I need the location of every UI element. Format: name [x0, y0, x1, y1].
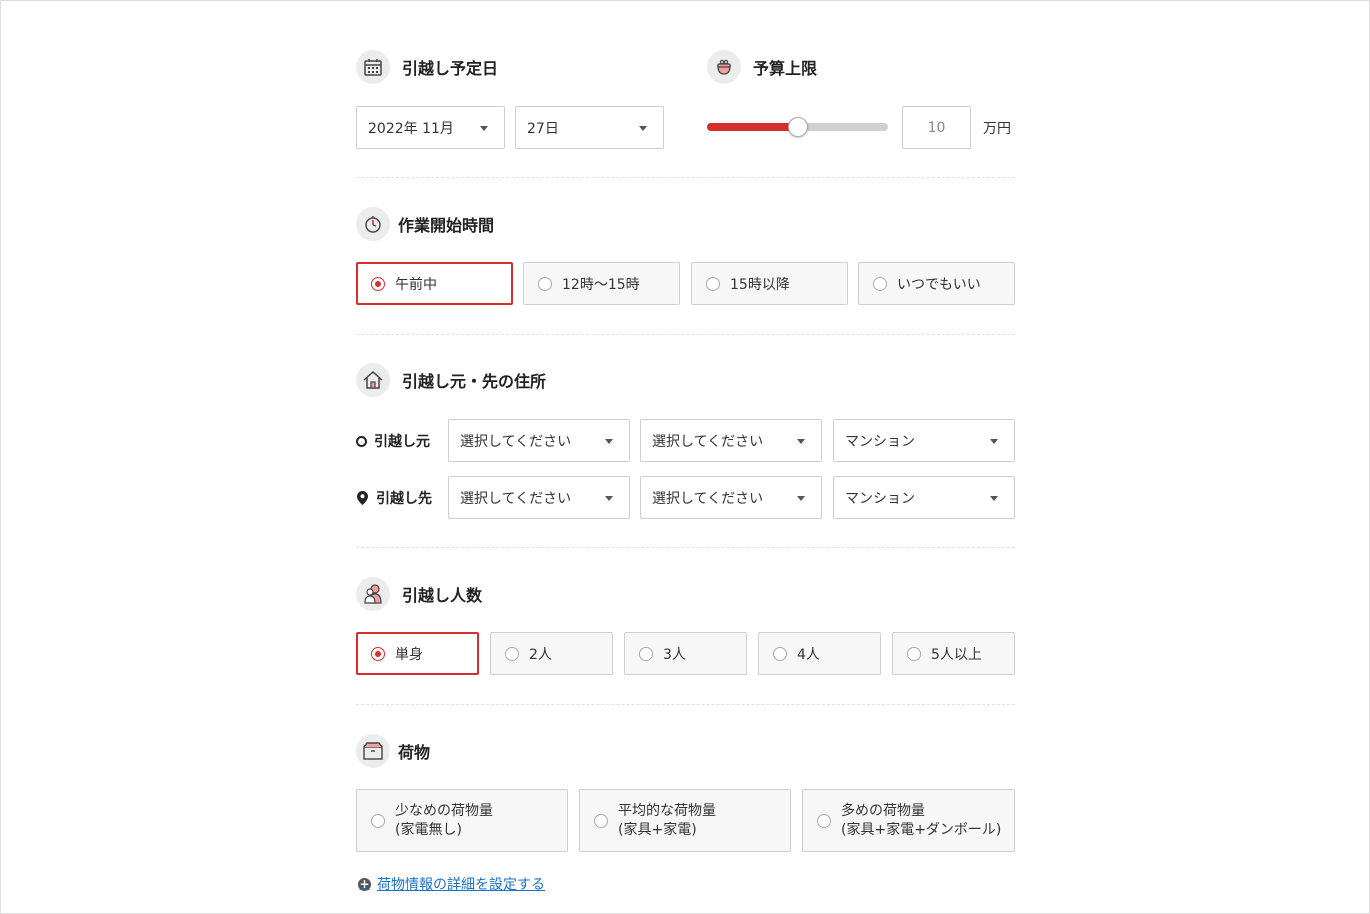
moving-date-title: 引越し予定日 [402, 59, 499, 78]
section-luggage-header: 荷物 [356, 734, 430, 768]
select-value: 選択してください [652, 433, 764, 450]
option-label: 3人 [663, 646, 686, 663]
option-label: 多めの荷物量 (家具+家電+ダンボール) [841, 802, 1002, 838]
start-time-title: 作業開始時間 [398, 216, 495, 235]
day-select[interactable]: 27日 [515, 106, 664, 149]
budget-slider-handle[interactable] [787, 117, 808, 137]
luggage-option-large[interactable]: 多めの荷物量 (家具+家電+ダンボール) [802, 789, 1015, 852]
radio-icon [538, 276, 552, 291]
map-pin-icon [357, 491, 368, 505]
luggage-title: 荷物 [398, 743, 431, 762]
people-option-3[interactable]: 3人 [624, 632, 747, 675]
start-time-option-anytime[interactable]: いつでもいい [858, 262, 1015, 305]
option-label: 4人 [797, 646, 820, 663]
option-label: 15時以降 [730, 276, 790, 293]
section-address-header: 引越し元・先の住所 [356, 363, 546, 397]
divider [356, 177, 1015, 178]
start-time-option-morning[interactable]: 午前中 [356, 262, 513, 305]
to-label-text: 引越し先 [376, 491, 432, 507]
radio-icon [505, 646, 519, 661]
people-icon [356, 577, 390, 611]
radio-icon [371, 813, 385, 828]
chevron-down-icon [797, 496, 805, 501]
option-label: 少なめの荷物量 (家電無し) [395, 802, 493, 838]
people-option-2[interactable]: 2人 [490, 632, 613, 675]
box-icon [356, 734, 390, 768]
radio-selected-icon [371, 276, 385, 291]
section-moving-date-header: 引越し予定日 [356, 50, 498, 84]
luggage-option-small[interactable]: 少なめの荷物量 (家電無し) [356, 789, 568, 852]
budget-input[interactable]: 10 [902, 106, 971, 149]
address-title: 引越し元・先の住所 [402, 372, 547, 391]
to-label: 引越し先 [357, 488, 432, 508]
month-select-value: 2022年 11月 [368, 120, 454, 137]
radio-icon [773, 646, 787, 661]
select-value: マンション [845, 433, 915, 450]
from-building-type-select[interactable]: マンション [833, 419, 1015, 462]
from-label-text: 引越し元 [374, 434, 430, 450]
budget-slider-fill [707, 123, 798, 131]
chevron-down-icon [480, 126, 488, 131]
chevron-down-icon [605, 496, 613, 501]
purse-icon [707, 50, 741, 84]
month-select[interactable]: 2022年 11月 [356, 106, 505, 149]
chevron-down-icon [797, 439, 805, 444]
select-value: 選択してください [652, 490, 764, 507]
radio-icon [817, 813, 831, 828]
origin-circle-icon [356, 435, 367, 447]
radio-icon [706, 276, 720, 291]
to-prefecture-select[interactable]: 選択してください [448, 476, 630, 519]
luggage-detail-link[interactable]: + 荷物情報の詳細を設定する [358, 874, 545, 894]
chevron-down-icon [639, 126, 647, 131]
section-start-time-header: 作業開始時間 [356, 207, 494, 241]
people-option-5plus[interactable]: 5人以上 [892, 632, 1015, 675]
select-value: 選択してください [460, 490, 572, 507]
select-value: マンション [845, 490, 915, 507]
option-label: 平均的な荷物量 (家具+家電) [618, 802, 716, 838]
option-label: 単身 [395, 646, 423, 663]
people-option-4[interactable]: 4人 [758, 632, 881, 675]
luggage-option-average[interactable]: 平均的な荷物量 (家具+家電) [579, 789, 791, 852]
clock-icon [356, 207, 390, 241]
house-icon [356, 363, 390, 397]
radio-icon [873, 276, 887, 291]
from-label: 引越し元 [356, 431, 430, 451]
chevron-down-icon [990, 496, 998, 501]
divider [356, 334, 1015, 335]
radio-icon [907, 646, 921, 661]
option-label: 5人以上 [931, 646, 982, 663]
option-label: 12時〜15時 [562, 276, 640, 293]
radio-icon [594, 813, 608, 828]
from-city-select[interactable]: 選択してください [640, 419, 822, 462]
day-select-value: 27日 [527, 120, 559, 137]
section-people-header: 引越し人数 [356, 577, 482, 611]
select-value: 選択してください [460, 433, 572, 450]
divider [356, 704, 1015, 705]
from-prefecture-select[interactable]: 選択してください [448, 419, 630, 462]
divider [356, 547, 1015, 548]
to-building-type-select[interactable]: マンション [833, 476, 1015, 519]
luggage-detail-link-text: 荷物情報の詳細を設定する [377, 877, 545, 893]
to-city-select[interactable]: 選択してください [640, 476, 822, 519]
option-label: いつでもいい [897, 276, 981, 293]
budget-unit: 万円 [983, 121, 1011, 137]
radio-selected-icon [371, 646, 385, 661]
option-label: 午前中 [395, 276, 437, 293]
people-option-single[interactable]: 単身 [356, 632, 479, 675]
chevron-down-icon [605, 439, 613, 444]
start-time-option-12-15[interactable]: 12時〜15時 [523, 262, 680, 305]
start-time-option-after-15[interactable]: 15時以降 [691, 262, 848, 305]
budget-title: 予算上限 [753, 59, 818, 78]
budget-slider-track[interactable] [707, 117, 888, 137]
budget-input-value: 10 [927, 119, 946, 136]
calendar-icon [356, 50, 390, 84]
section-budget-header: 予算上限 [707, 50, 817, 84]
plus-circle-icon: + [358, 876, 371, 891]
option-label: 2人 [529, 646, 552, 663]
people-title: 引越し人数 [402, 586, 483, 605]
chevron-down-icon [990, 439, 998, 444]
radio-icon [639, 646, 653, 661]
